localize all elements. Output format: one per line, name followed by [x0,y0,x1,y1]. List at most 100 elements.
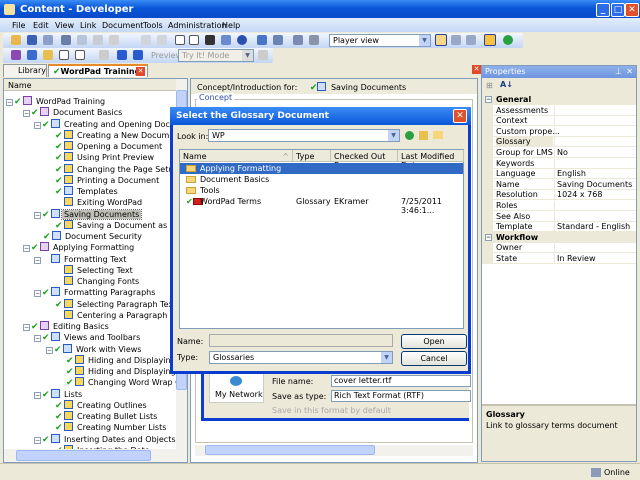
file-row[interactable]: ✔ WordPad Terms Glossary EKramer 7/25/2011 3… [180,196,463,215]
tree-item[interactable]: − ✔ Inserting Dates and Objects [34,433,176,445]
tree-item[interactable]: ✔ Document Security [34,231,144,242]
type-select[interactable]: Glossaries ▼ [209,351,393,364]
tree-item[interactable]: − Formatting Text [34,253,128,265]
tree-item[interactable]: ✔ Using Print Preview [46,152,156,163]
tree-item[interactable]: ✔ Templates [46,186,120,197]
expand-icon[interactable] [175,35,185,45]
column-last-modified[interactable]: Last Modified Date [398,150,464,170]
check-out-icon[interactable] [273,35,283,45]
menu-administration[interactable]: Administration [168,21,227,30]
menu-view[interactable]: View [55,21,74,30]
sort-alpha-icon[interactable]: A↓ [500,80,513,89]
dialog-close-button[interactable]: ✕ [453,109,467,123]
property-value[interactable]: English [554,169,586,180]
tree-item[interactable]: ✔ Creating Bullet Lists [46,411,159,422]
cancel-button[interactable]: Cancel [401,351,467,366]
property-value[interactable] [554,211,557,222]
property-row[interactable]: Keywords [482,157,636,169]
menu-file[interactable]: File [12,21,25,30]
menu-link[interactable]: Link [80,21,96,30]
tree-item[interactable]: − ✔ Applying Formatting [23,242,136,253]
property-row[interactable]: Roles [482,200,636,211]
collapse-toggle-icon[interactable]: − [34,256,41,264]
open-icon[interactable] [11,35,21,45]
menu-edit[interactable]: Edit [33,21,49,30]
save-icon[interactable] [27,35,37,45]
tree-item[interactable]: − ✔ Views and Toolbars [34,332,142,343]
maximize-button[interactable]: □ [611,3,625,17]
tree-item[interactable]: Changing Fonts [46,276,141,287]
tree-item[interactable]: − ✔ WordPad Training [6,96,107,107]
tree-item[interactable]: Centering a Paragraph [46,309,169,321]
property-value[interactable] [554,158,557,169]
tree-horizontal-scrollbar[interactable] [4,449,187,462]
pin-icon[interactable]: ⊥ [615,67,622,76]
layout-icon[interactable] [435,34,447,46]
new-module-icon[interactable] [27,50,37,60]
back-icon[interactable] [405,131,414,140]
close-document-icon[interactable]: ✕ [472,65,481,74]
up-folder-icon[interactable] [419,131,428,140]
layout-vertical-icon[interactable] [466,35,476,45]
collapse-icon[interactable] [189,35,199,45]
hscroll-thumb[interactable] [205,445,375,455]
property-value[interactable] [554,105,557,116]
tree-item[interactable]: ✔ Changing Word Wrap Options [57,377,176,388]
collapse-toggle-icon[interactable]: − [34,211,41,219]
tab-wordpad-training[interactable]: ✔WordPad Training ✕ [48,64,148,77]
tree-item[interactable]: Selecting Text [46,264,135,276]
categorized-icon[interactable]: ⊞ [486,81,493,90]
new-book-icon[interactable] [11,50,21,60]
collapse-toggle-icon[interactable]: − [23,245,30,253]
tree-item[interactable]: ✔ Printing a Document [46,174,161,186]
tree-item[interactable]: ✔ Creating Number Lists [46,422,168,433]
property-row[interactable]: Context [482,115,636,127]
collapse-toggle-icon[interactable]: − [34,290,41,298]
tree-item[interactable]: ✔ Creating a New Document [46,129,176,141]
tree-item[interactable]: Exiting WordPad [46,197,144,208]
property-row[interactable]: Name Saving Documents [482,178,636,190]
menu-document[interactable]: Document [102,21,143,30]
menu-help[interactable]: Help [222,21,240,30]
new-document-icon[interactable] [59,50,69,60]
collapse-toggle-icon[interactable]: − [34,121,41,129]
tree-item[interactable]: − ✔ Formatting Paragraphs [34,287,157,298]
column-name[interactable]: Name ^ [180,150,293,162]
new-topic-icon[interactable] [43,50,53,60]
collapse-toggle-icon[interactable]: − [485,96,492,103]
preview-select[interactable]: Try It! Mode ▼ [178,49,254,62]
open-button[interactable]: Open [401,334,467,349]
property-value[interactable] [554,243,557,254]
minimize-button[interactable]: _ [596,3,610,17]
property-value[interactable]: Standard - English [554,222,630,233]
tree-item[interactable]: ✔ Hiding and Displaying the Status Bar [57,366,176,377]
tree-item[interactable]: − ✔ Work with Views [46,343,143,355]
property-row[interactable]: Resolution 1024 x 768 [482,189,636,201]
save-all-icon[interactable] [43,35,53,45]
tab-library[interactable]: Library [3,64,47,77]
layout-horizontal-icon[interactable] [451,35,461,45]
property-row[interactable]: Custom prope... [482,125,636,137]
name-column-header[interactable]: Name [4,79,176,91]
question-icon[interactable] [75,50,85,60]
close-tab-icon[interactable]: ✕ [136,67,145,76]
help-icon[interactable] [237,35,247,45]
cut-icon[interactable] [61,35,71,45]
redo-icon[interactable] [157,35,167,45]
collapse-toggle-icon[interactable]: − [6,99,13,106]
tree-item[interactable]: ✔ Changing the Page Setup [46,163,176,175]
collapse-toggle-icon[interactable]: − [23,110,30,118]
property-row[interactable]: Assessments [482,104,636,116]
tree-item[interactable]: ✔ Creating Outlines [46,399,149,411]
column-type[interactable]: Type [293,150,331,162]
tree-item[interactable]: − ✔ Lists [34,388,84,400]
move-up-icon[interactable] [117,50,127,60]
property-category[interactable]: − General [482,94,636,105]
property-row[interactable]: Group for LMS No [482,147,636,158]
tree-item[interactable]: − ✔ Saving Documents [34,208,143,220]
new-folder-icon[interactable] [433,131,443,139]
collapse-toggle-icon[interactable]: − [23,324,30,331]
property-value[interactable] [554,126,557,137]
property-value[interactable]: No [554,148,568,158]
preview-go-icon[interactable] [258,50,268,60]
